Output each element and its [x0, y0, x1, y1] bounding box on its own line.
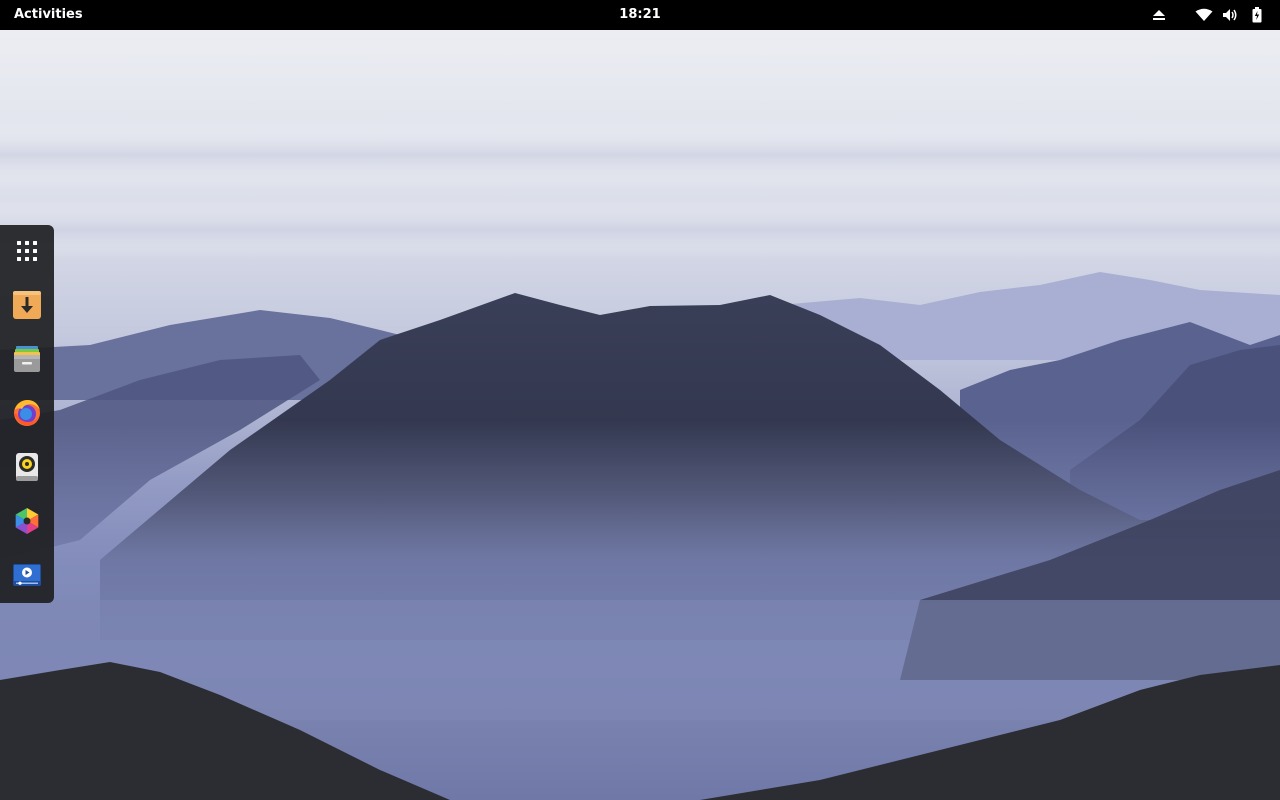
firefox-icon	[14, 400, 40, 426]
video-player-button[interactable]	[6, 554, 48, 596]
rhythmbox-icon	[16, 453, 38, 481]
show-applications-button[interactable]	[6, 230, 48, 272]
top-bar: Activities 18:21	[0, 0, 1280, 30]
activities-button[interactable]: Activities	[4, 3, 93, 27]
eject-icon[interactable]	[1149, 5, 1169, 25]
volume-icon[interactable]	[1220, 5, 1240, 25]
rhythmbox-button[interactable]	[6, 446, 48, 488]
color-picker-button[interactable]	[6, 500, 48, 542]
video-player-icon	[13, 564, 41, 586]
wifi-icon[interactable]	[1194, 5, 1214, 25]
color-wheel-icon	[15, 508, 39, 534]
archive-manager-button[interactable]	[6, 338, 48, 380]
clock[interactable]: 18:21	[600, 3, 680, 27]
downloads-button[interactable]	[6, 284, 48, 326]
dash-dock	[0, 225, 54, 603]
downloads-icon	[13, 291, 41, 319]
firefox-button[interactable]	[6, 392, 48, 434]
desktop-wallpaper	[0, 0, 1280, 800]
show-applications-icon	[17, 241, 37, 261]
files-archive-icon	[14, 346, 40, 372]
battery-icon[interactable]	[1247, 5, 1267, 25]
